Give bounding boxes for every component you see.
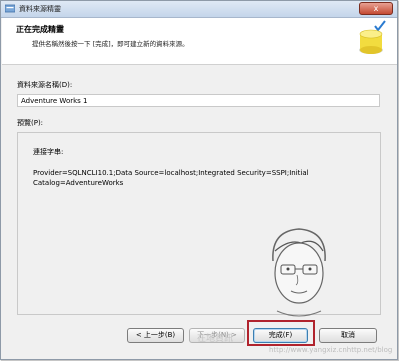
watermark-url: http://www.yangxiz.cnhttp.net/blog	[269, 346, 393, 354]
connection-string-label: 連接字串:	[33, 148, 64, 156]
page-title: 正在完成精靈	[16, 25, 64, 34]
watermark-avatar	[272, 228, 326, 317]
preview-label: 預覽(P):	[17, 119, 44, 127]
watermark-text: 在地資訊	[197, 334, 234, 344]
data-source-name-input[interactable]: Adventure Works 1	[17, 94, 380, 107]
close-button[interactable]: x	[359, 2, 393, 15]
connection-string-value: Provider=SQLNCLI10.1;Data Source=localho…	[33, 169, 309, 187]
back-button[interactable]: < 上一步(B)	[127, 328, 184, 343]
wizard-window: 資料來源精靈 x 正在完成精靈 提供名稱然後按一下 [完成]，即可建立新的資料來…	[0, 0, 398, 360]
close-icon: x	[373, 4, 379, 13]
title-bar: 資料來源精靈 x	[1, 1, 397, 18]
database-check-icon	[359, 20, 386, 54]
finish-highlight-box	[247, 320, 315, 346]
name-field-label: 資料來源名稱(D):	[17, 81, 73, 89]
cancel-button[interactable]: 取消	[319, 328, 377, 343]
window-title: 資料來源精靈	[19, 5, 61, 13]
wizard-header: 正在完成精靈 提供名稱然後按一下 [完成]，即可建立新的資料來源。	[2, 18, 397, 65]
wizard-app-icon	[5, 4, 15, 13]
page-description: 提供名稱然後按一下 [完成]，即可建立新的資料來源。	[32, 40, 189, 48]
